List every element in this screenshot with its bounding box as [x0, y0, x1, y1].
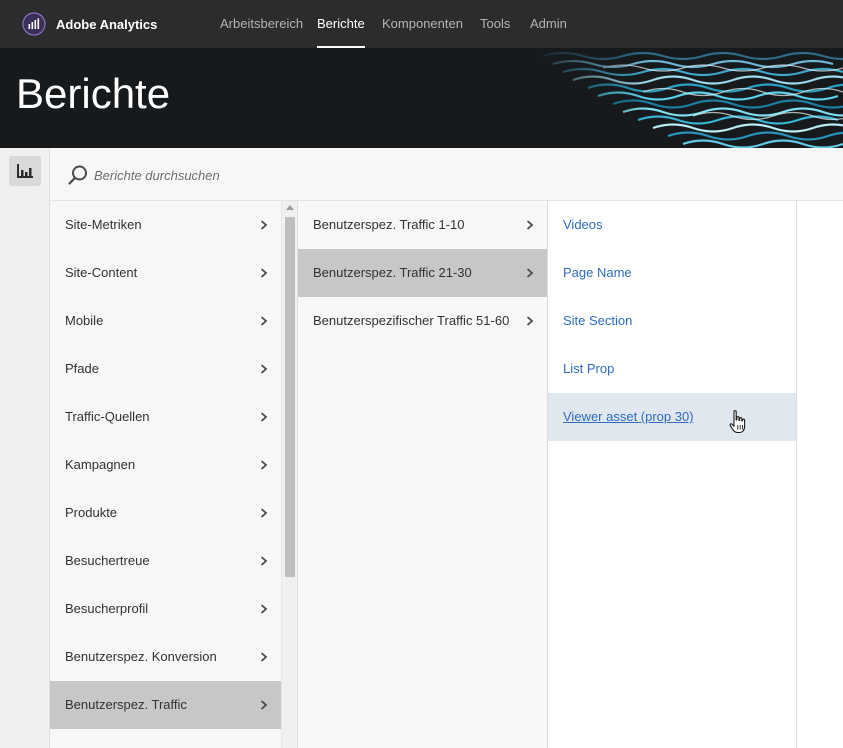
report-link[interactable]: Site Section	[548, 297, 796, 345]
chevron-right-icon	[260, 700, 268, 710]
report-link[interactable]: List Prop	[548, 345, 796, 393]
chevron-right-icon	[260, 268, 268, 278]
report-link-label: Videos	[563, 217, 603, 232]
search-input[interactable]	[94, 162, 494, 188]
chevron-right-icon	[526, 316, 534, 326]
report-category-list: Site-Metriken Site-Content Mobile Pfade …	[50, 201, 281, 748]
list-item[interactable]: Besuchertreue	[50, 537, 281, 585]
list-item-label: Benutzerspezifischer Traffic 51-60	[313, 313, 510, 328]
nav-item-label: Admin	[530, 16, 567, 31]
page-header-banner: Berichte	[0, 48, 843, 148]
list-item[interactable]: Benutzerspez. Konversion	[50, 633, 281, 681]
list-item[interactable]: Site-Content	[50, 249, 281, 297]
chevron-right-icon	[260, 652, 268, 662]
chevron-right-icon	[260, 220, 268, 230]
list-item-selected[interactable]: Benutzerspez. Traffic 21-30	[298, 249, 547, 297]
list-item[interactable]: Traffic-Quellen	[50, 393, 281, 441]
chevron-right-icon	[260, 460, 268, 470]
nav-komponenten[interactable]: Komponenten	[382, 0, 463, 48]
nav-admin[interactable]: Admin	[530, 0, 567, 48]
list-item-label: Mobile	[65, 313, 104, 328]
list-item-label: Benutzerspez. Traffic 1-10	[313, 217, 465, 232]
adobe-analytics-logo-icon	[22, 12, 46, 36]
chevron-right-icon	[260, 412, 268, 422]
category-list-scrollbar[interactable]	[281, 201, 298, 748]
chevron-right-icon	[526, 220, 534, 230]
report-link-label: Site Section	[563, 313, 633, 328]
nav-item-label: Komponenten	[382, 16, 463, 31]
list-item-selected[interactable]: Benutzerspez. Traffic	[50, 681, 281, 729]
report-link-label: List Prop	[563, 361, 615, 376]
list-item-label: Site-Metriken	[65, 217, 142, 232]
search-bar	[50, 148, 843, 201]
chevron-right-icon	[260, 508, 268, 518]
reports-menu-button[interactable]	[9, 156, 41, 186]
list-item-label: Traffic-Quellen	[65, 409, 150, 424]
empty-report-column	[797, 201, 843, 748]
report-link[interactable]: Page Name	[548, 249, 796, 297]
chevron-right-icon	[260, 604, 268, 614]
report-subcategory-list: Benutzerspez. Traffic 1-10 Benutzerspez.…	[298, 201, 548, 748]
top-navigation-bar: Adobe Analytics Arbeitsbereich Berichte …	[0, 0, 843, 48]
report-link-label: Viewer asset (prop 30)	[563, 409, 694, 424]
chevron-right-icon	[260, 556, 268, 566]
list-item[interactable]: Benutzerspezifischer Traffic 51-60	[298, 297, 547, 345]
chevron-right-icon	[526, 268, 534, 278]
brand[interactable]: Adobe Analytics	[22, 12, 157, 36]
list-item-label: Pfade	[65, 361, 99, 376]
list-item-label: Benutzerspez. Traffic 21-30	[313, 265, 472, 280]
list-item-label: Besuchertreue	[65, 553, 150, 568]
list-item-label: Benutzerspez. Traffic	[65, 697, 187, 712]
list-item-label: Kampagnen	[65, 457, 136, 472]
nav-item-label: Tools	[480, 16, 511, 31]
scrollbar-thumb[interactable]	[285, 217, 295, 577]
report-link-hovered[interactable]: Viewer asset (prop 30)	[548, 393, 796, 441]
list-item[interactable]: Kampagnen	[50, 441, 281, 489]
chevron-right-icon	[260, 316, 268, 326]
nav-item-label: Arbeitsbereich	[220, 16, 304, 31]
report-link[interactable]: Videos	[548, 201, 796, 249]
list-item[interactable]: Besucherprofil	[50, 585, 281, 633]
left-rail	[0, 148, 50, 748]
nav-arbeitsbereich[interactable]: Arbeitsbereich	[220, 0, 303, 48]
header-gradient-fade	[520, 48, 650, 148]
chevron-right-icon	[260, 364, 268, 374]
list-item-label: Benutzerspez. Konversion	[65, 649, 217, 664]
hand-pointer-icon	[729, 410, 746, 434]
list-item[interactable]: Benutzerspez. Traffic 1-10	[298, 201, 547, 249]
app-name: Adobe Analytics	[56, 16, 158, 32]
list-item-label: Site-Content	[65, 265, 138, 280]
list-item[interactable]: Produkte	[50, 489, 281, 537]
search-icon	[68, 165, 87, 185]
list-item-label: Produkte	[65, 505, 118, 520]
nav-tools[interactable]: Tools	[480, 0, 510, 48]
report-link-label: Page Name	[563, 265, 632, 280]
list-item[interactable]: Site-Metriken	[50, 201, 281, 249]
scroll-up-arrow-icon[interactable]	[286, 205, 294, 210]
list-item[interactable]: Pfade	[50, 345, 281, 393]
nav-item-label: Berichte	[317, 16, 365, 31]
reports-chart-icon	[17, 164, 33, 178]
page-title: Berichte	[16, 70, 171, 117]
list-item-label: Besucherprofil	[65, 601, 149, 616]
report-list: Videos Page Name Site Section List Prop …	[548, 201, 797, 748]
list-item[interactable]: Mobile	[50, 297, 281, 345]
nav-berichte[interactable]: Berichte	[317, 0, 365, 48]
